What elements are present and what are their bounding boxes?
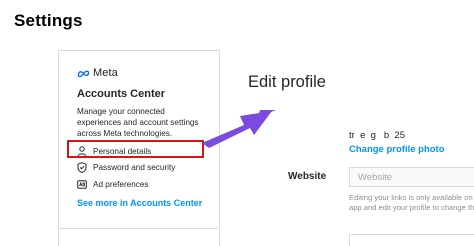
highlight-box	[67, 140, 204, 158]
website-label: Website	[288, 171, 327, 182]
pointer-arrow-icon	[202, 110, 276, 148]
menu-item-label: Password and security	[93, 162, 176, 172]
shield-icon	[77, 161, 87, 173]
website-input[interactable]	[349, 167, 474, 187]
change-profile-photo-link[interactable]: Change profile photo	[349, 144, 445, 155]
helper-text-line: app and edit your profile to change the	[349, 203, 474, 212]
meta-brand-text: Meta	[93, 67, 118, 79]
accounts-center-title: Accounts Center	[77, 88, 166, 100]
meta-logo: Meta	[77, 67, 118, 79]
next-field-input[interactable]	[349, 234, 474, 246]
see-more-accounts-center-link[interactable]: See more in Accounts Center	[77, 198, 202, 208]
menu-item-ad-preferences[interactable]: Ad preferences	[77, 177, 149, 191]
meta-infinity-icon	[77, 69, 90, 77]
profile-username: tr e g b 25	[349, 130, 405, 141]
menu-item-password-security[interactable]: Password and security	[77, 160, 175, 174]
page-title: Settings	[14, 11, 83, 30]
divider	[58, 228, 218, 229]
helper-text-line: Editing your links is only available on	[349, 193, 473, 202]
accounts-center-description: Manage your connected experiences and ac…	[77, 107, 199, 138]
edit-profile-title: Edit profile	[248, 73, 326, 91]
website-helper-text: Editing your links is only available on …	[349, 193, 474, 213]
ad-icon	[77, 179, 87, 190]
menu-item-label: Ad preferences	[93, 179, 149, 189]
settings-page: Settings Meta Accounts Center Manage you…	[0, 0, 474, 246]
